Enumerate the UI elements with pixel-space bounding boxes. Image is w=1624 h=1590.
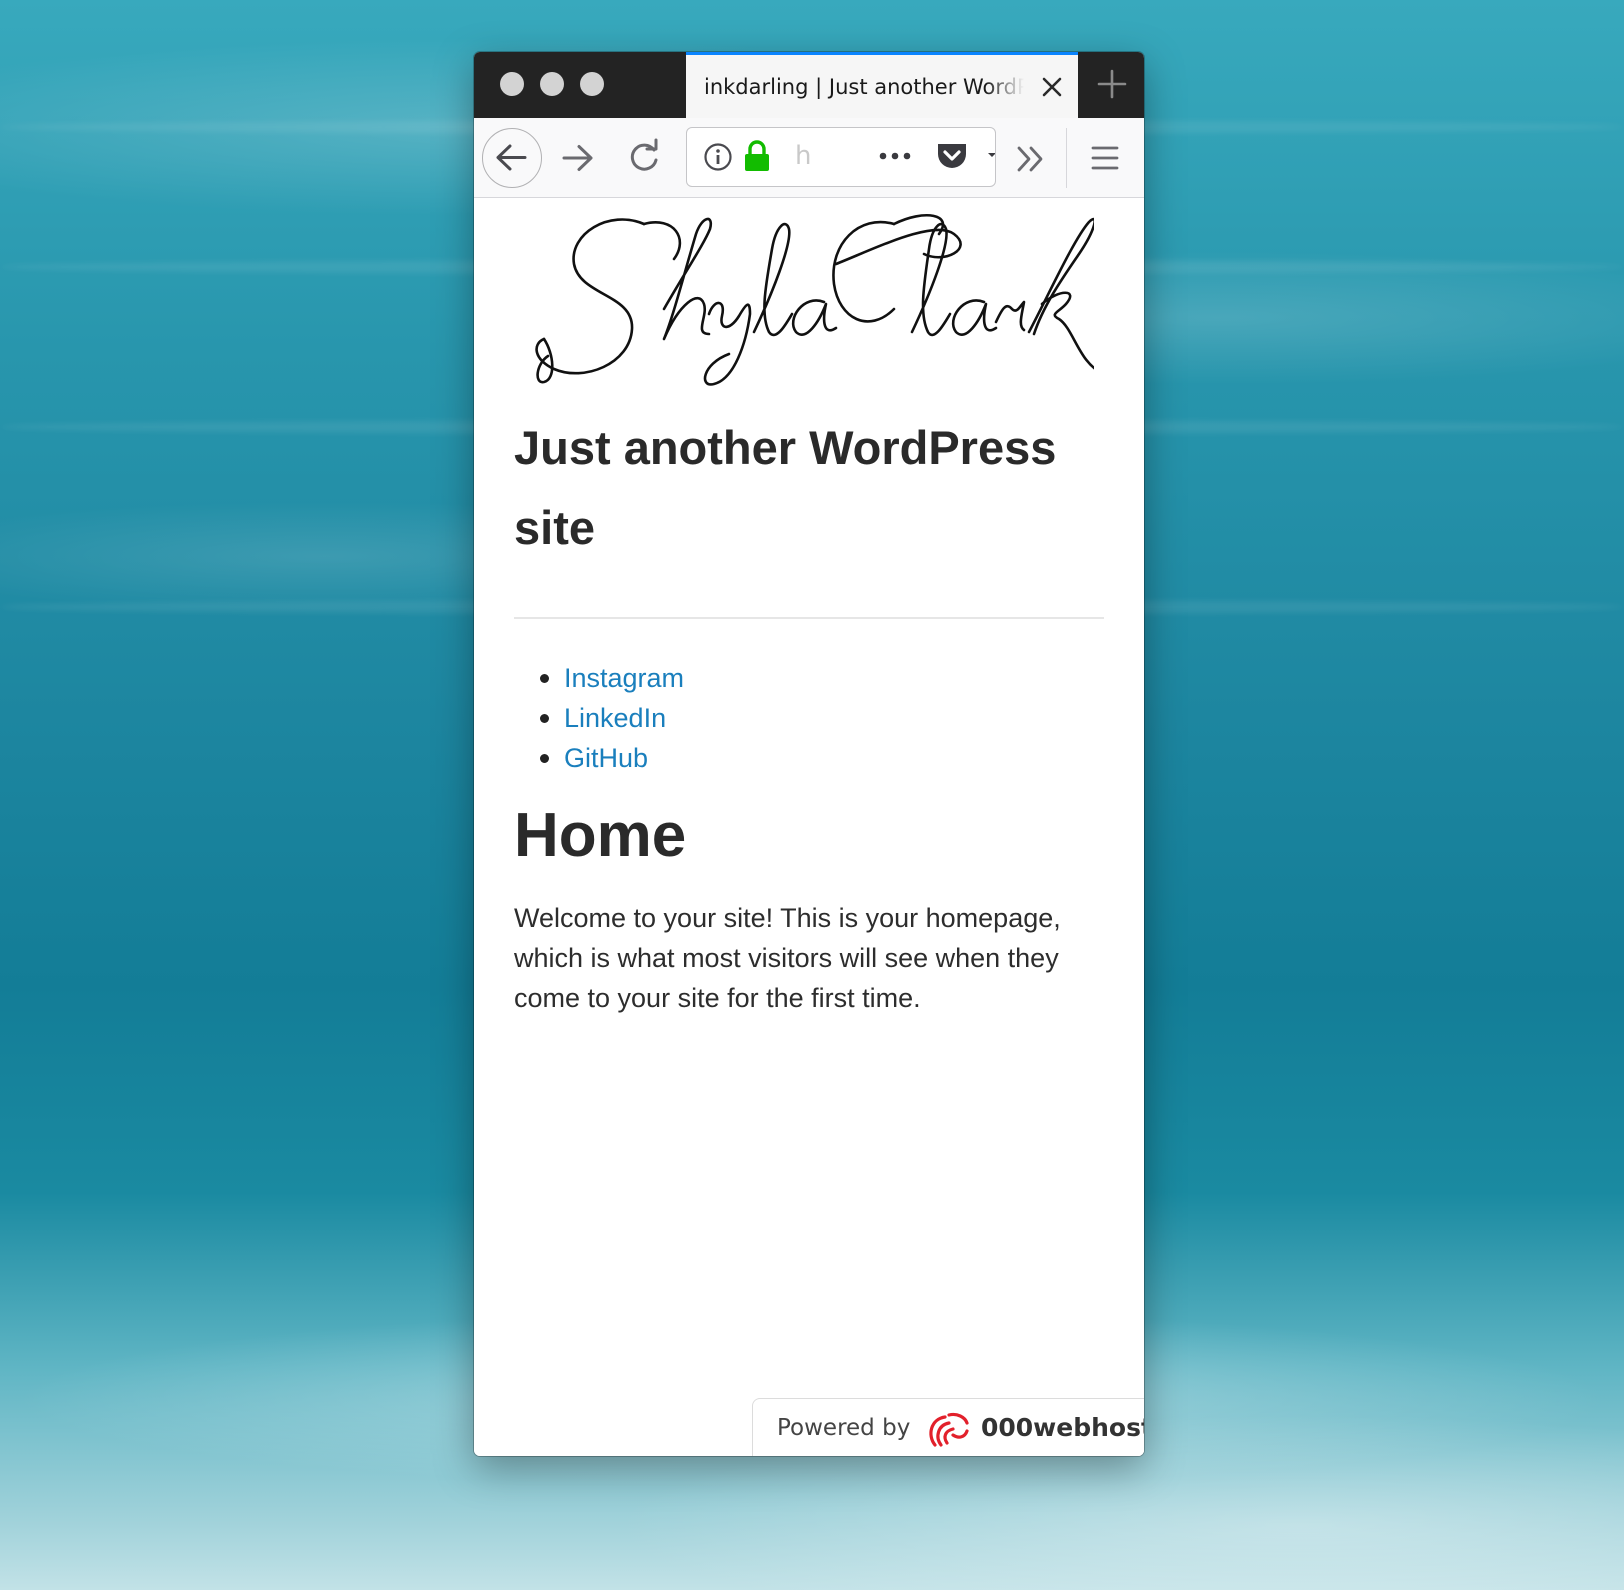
divider	[514, 617, 1104, 619]
powered-by-label: Powered by	[777, 1415, 911, 1441]
list-item: Instagram	[514, 658, 684, 698]
page-title: Home	[514, 801, 687, 870]
site-tagline: Just another WordPress site	[514, 421, 1057, 554]
list-item: LinkedIn	[514, 698, 684, 738]
plus-icon[interactable]	[1094, 66, 1130, 102]
forward-button[interactable]	[548, 128, 608, 188]
lock-icon[interactable]	[743, 139, 771, 173]
chevron-down-icon[interactable]	[987, 150, 996, 160]
page-content: Just another WordPress site Instagram Li…	[474, 198, 1144, 1456]
site-logo[interactable]	[514, 204, 1094, 394]
tab-active[interactable]: inkdarling | Just another WordPress site	[686, 52, 1078, 118]
github-link[interactable]: GitHub	[564, 743, 648, 773]
hamburger-menu-icon[interactable]	[1090, 144, 1120, 172]
linkedin-link[interactable]: LinkedIn	[564, 703, 666, 733]
url-text[interactable]: h	[795, 141, 811, 171]
nav-toolbar: h	[474, 118, 1144, 198]
window-minimize-control[interactable]	[540, 72, 564, 96]
close-icon[interactable]	[1038, 73, 1066, 101]
tab-bar: inkdarling | Just another WordPress site	[474, 52, 1144, 118]
tab-title: inkdarling | Just another WordPress site	[704, 75, 1024, 99]
back-arrow-icon	[496, 144, 527, 171]
webhost-logo-icon	[929, 1412, 969, 1447]
page-actions-icon[interactable]	[877, 146, 913, 166]
browser-window: inkdarling | Just another WordPress site	[474, 52, 1144, 1456]
forward-arrow-icon	[562, 145, 593, 171]
social-menu: Instagram LinkedIn GitHub	[514, 658, 684, 778]
instagram-link[interactable]: Instagram	[564, 663, 684, 693]
list-item: GitHub	[514, 738, 684, 778]
url-bar[interactable]: h	[686, 127, 996, 187]
window-close-control[interactable]	[500, 72, 524, 96]
window-zoom-control[interactable]	[580, 72, 604, 96]
reload-icon	[630, 138, 658, 171]
powered-by-badge[interactable]: Powered by 000webhost	[752, 1398, 1144, 1456]
back-button[interactable]	[482, 128, 542, 188]
reload-button[interactable]	[614, 128, 674, 188]
welcome-paragraph: Welcome to your site! This is your homep…	[514, 903, 1061, 1013]
overflow-chevron-icon[interactable]	[1014, 144, 1048, 174]
toolbar-separator	[1066, 128, 1067, 188]
info-icon[interactable]	[703, 142, 733, 172]
powered-by-brand: 000webhost	[981, 1413, 1144, 1442]
pocket-icon[interactable]	[935, 140, 969, 172]
